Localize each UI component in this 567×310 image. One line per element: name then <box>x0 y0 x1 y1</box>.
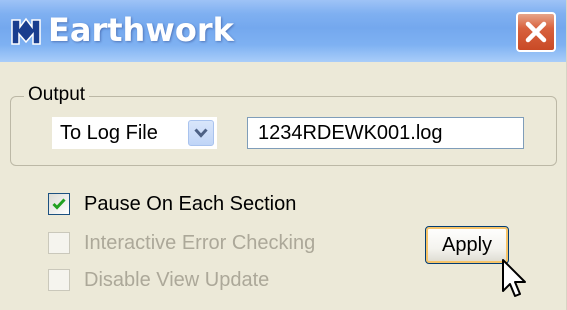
app-icon <box>9 14 43 48</box>
option-interactive-error-checking: Interactive Error Checking <box>48 229 368 259</box>
option-pause-on-each-section[interactable]: Pause On Each Section <box>48 190 348 220</box>
output-group-label: Output <box>24 84 90 106</box>
apply-button-label: Apply <box>441 234 493 256</box>
interactive-error-checking-checkbox <box>48 232 70 254</box>
dropdown-button[interactable] <box>188 120 214 146</box>
output-destination-select[interactable]: To Log File <box>52 117 217 149</box>
pause-on-each-section-label: Pause On Each Section <box>84 193 297 215</box>
checkmark-icon <box>52 198 66 210</box>
close-button[interactable] <box>516 12 556 52</box>
chevron-down-icon <box>194 128 208 138</box>
close-icon <box>525 21 547 43</box>
interactive-error-checking-label: Interactive Error Checking <box>84 232 316 254</box>
earthwork-dialog: Earthwork Output To Log File 1234RDEWK00… <box>0 0 567 310</box>
log-file-name-value: 1234RDEWK001.log <box>258 122 443 144</box>
pause-on-each-section-checkbox[interactable] <box>48 193 70 215</box>
log-file-name-field[interactable]: 1234RDEWK001.log <box>247 117 524 149</box>
option-disable-view-update: Disable View Update <box>48 266 328 296</box>
output-destination-value: To Log File <box>60 122 158 144</box>
disable-view-update-checkbox <box>48 269 70 291</box>
mouse-pointer-icon <box>501 258 531 304</box>
apply-button[interactable]: Apply <box>425 226 509 264</box>
title-bar[interactable]: Earthwork <box>0 0 566 62</box>
window-title: Earthwork <box>48 11 234 49</box>
disable-view-update-label: Disable View Update <box>84 269 270 291</box>
